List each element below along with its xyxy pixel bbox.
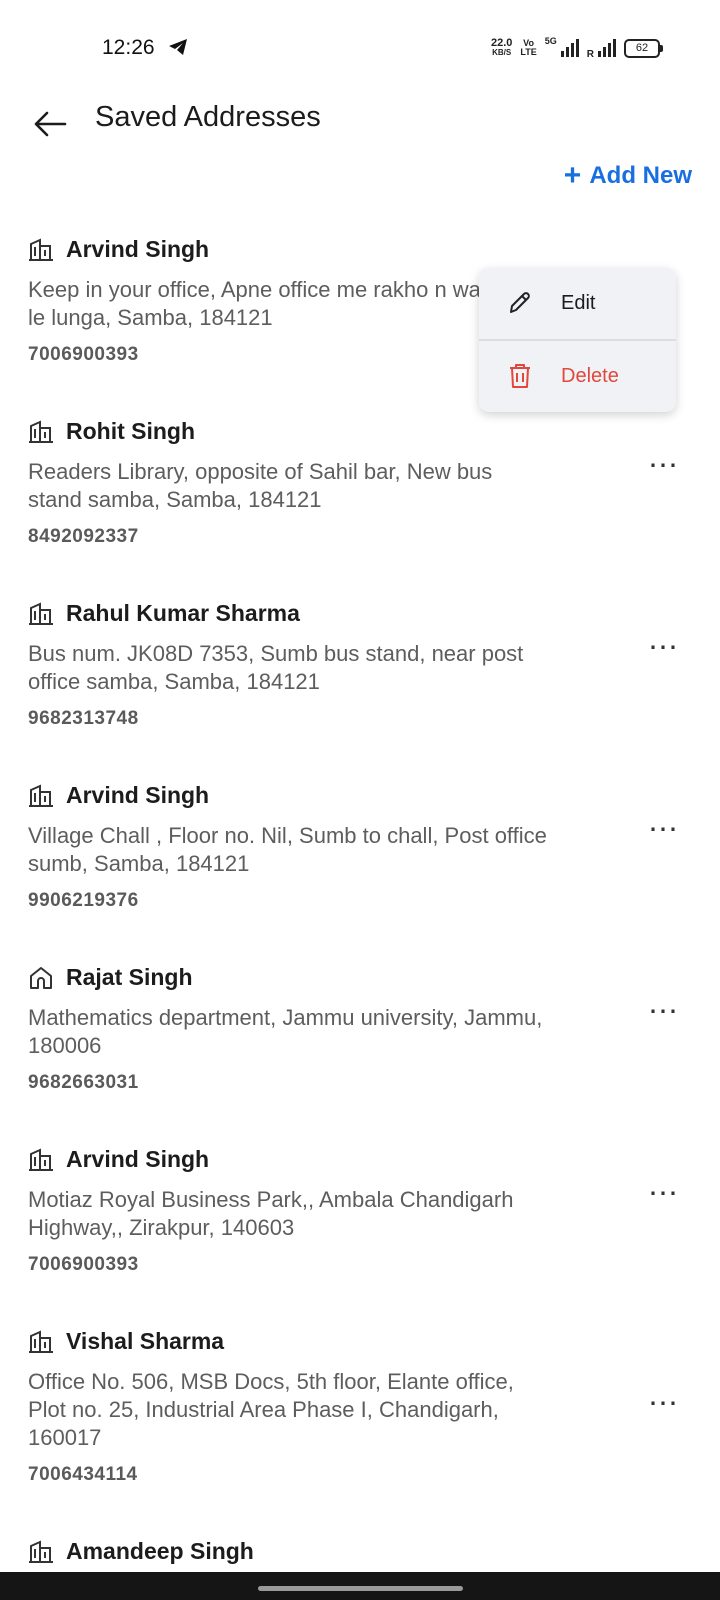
address-text: Keep in your office, Apne office me rakh… xyxy=(28,277,535,330)
home-icon xyxy=(30,966,52,989)
more-options-button[interactable]: ⋯ xyxy=(644,451,684,486)
office-building-icon xyxy=(29,601,53,625)
signal-strength-icon xyxy=(560,39,579,57)
roaming-label: R xyxy=(586,49,594,60)
phone-number: 9906219376 xyxy=(28,890,139,911)
contact-name: Rahul Kumar Sharma xyxy=(66,600,300,626)
address-card[interactable]: Arvind Singh Motiaz Royal Business Park,… xyxy=(0,1146,720,1296)
office-building-icon xyxy=(29,1329,53,1353)
add-new-label: Add New xyxy=(589,162,692,189)
edit-menu-item[interactable]: Edit xyxy=(479,268,676,338)
contact-name: Rohit Singh xyxy=(66,418,196,444)
address-card[interactable]: Vishal Sharma Office No. 506, MSB Docs, … xyxy=(0,1328,720,1508)
navigation-bar xyxy=(0,1572,720,1600)
plus-icon: + xyxy=(563,159,582,192)
page-title: Saved Addresses xyxy=(95,101,321,133)
more-options-button[interactable]: ⋯ xyxy=(644,1389,684,1424)
battery-icon: 62 xyxy=(624,38,663,58)
context-menu: Edit Delete xyxy=(479,268,676,412)
home-gesture-handle[interactable] xyxy=(258,1586,463,1591)
address-card[interactable]: Rohit Singh Readers Library, opposite of… xyxy=(0,418,720,568)
address-text: Bus num. JK08D 7353, Sumb bus stand, nea… xyxy=(28,641,524,694)
address-card[interactable]: Rajat Singh Mathematics department, Jamm… xyxy=(0,964,720,1114)
address-text: Readers Library, opposite of Sahil bar, … xyxy=(28,459,493,512)
contact-name: Arvind Singh xyxy=(66,782,210,808)
office-building-icon xyxy=(29,783,53,807)
more-options-button[interactable]: ⋯ xyxy=(644,633,684,668)
network-speed: 22.0 KB/S xyxy=(490,37,513,58)
office-building-icon xyxy=(29,237,53,261)
address-text: Mathematics department, Jammu university… xyxy=(28,1005,543,1058)
more-options-button[interactable]: ⋯ xyxy=(644,997,684,1032)
status-icons: 22.0 KB/S Vo LTE 5G R 62 xyxy=(490,36,663,60)
office-building-icon xyxy=(29,1147,53,1171)
contact-name: Arvind Singh xyxy=(66,1146,210,1172)
edit-label: Edit xyxy=(561,291,596,314)
phone-number: 9682663031 xyxy=(28,1072,139,1093)
address-card[interactable]: Amandeep Singh xyxy=(0,1538,720,1572)
phone-number: 7006900393 xyxy=(28,1254,139,1275)
address-card[interactable]: Arvind Singh Village Chall , Floor no. N… xyxy=(0,782,720,932)
office-building-icon xyxy=(29,1539,53,1563)
contact-name: Vishal Sharma xyxy=(66,1328,225,1354)
status-time: 12:26 xyxy=(102,36,155,59)
arrow-left-icon xyxy=(34,111,67,137)
more-options-button[interactable]: ⋯ xyxy=(644,815,684,850)
trash-icon xyxy=(510,364,530,388)
contact-name: Amandeep Singh xyxy=(66,1538,254,1564)
more-options-button[interactable]: ⋯ xyxy=(644,1179,684,1214)
network-5g-label: 5G xyxy=(544,36,557,46)
address-text: Office No. 506, MSB Docs, 5th floor, Ela… xyxy=(28,1369,514,1450)
delete-menu-item[interactable]: Delete xyxy=(479,341,676,411)
address-text: Village Chall , Floor no. Nil, Sumb to c… xyxy=(28,823,547,876)
delete-label: Delete xyxy=(561,364,619,387)
phone-number: 7006434114 xyxy=(28,1464,138,1485)
phone-number: 8492092337 xyxy=(28,526,139,547)
contact-name: Rajat Singh xyxy=(66,964,193,990)
back-button[interactable] xyxy=(28,102,72,146)
contact-name: Arvind Singh xyxy=(66,236,210,262)
signal-strength-2-icon xyxy=(598,39,616,57)
address-card[interactable]: Rahul Kumar Sharma Bus num. JK08D 7353, … xyxy=(0,600,720,750)
add-new-button[interactable]: + Add New xyxy=(563,159,692,192)
status-bar: 12:26 22.0 KB/S Vo LTE 5G R 62 xyxy=(0,0,720,96)
office-building-icon xyxy=(29,419,53,443)
pencil-icon xyxy=(510,292,530,313)
phone-number: 7006900393 xyxy=(28,344,139,365)
address-text: Motiaz Royal Business Park,, Ambala Chan… xyxy=(28,1187,514,1240)
volte-indicator: Vo LTE xyxy=(520,38,537,57)
telegram-icon xyxy=(169,39,187,55)
phone-number: 9682313748 xyxy=(28,708,139,729)
